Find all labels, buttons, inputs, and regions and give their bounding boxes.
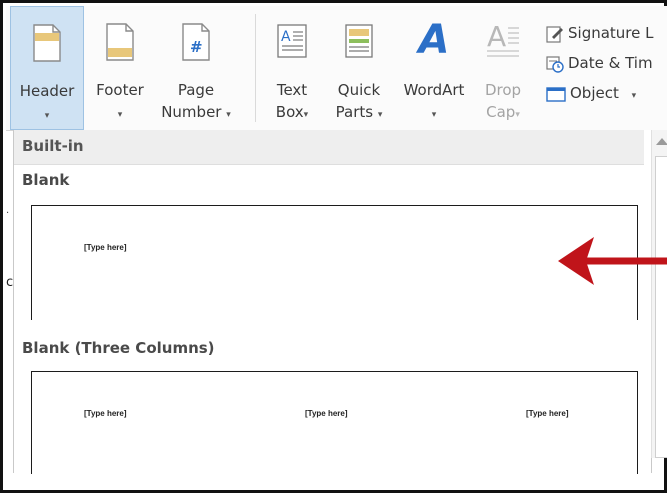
- window-frame: Header ▾ Footer ▾ # Page Number ▾ A Text…: [0, 0, 667, 493]
- ribbon-insert-tab: Header ▾ Footer ▾ # Page Number ▾ A Text…: [6, 6, 667, 131]
- quick-parts-dropdown-caret: ▾: [377, 110, 383, 120]
- scroll-up-icon[interactable]: [656, 138, 667, 145]
- gallery-item-title-blank: Blank: [22, 171, 70, 189]
- page-number-label-line2: Number: [161, 103, 222, 121]
- quick-parts-icon: [345, 24, 373, 58]
- gallery-item-blank[interactable]: [Type here]: [31, 205, 638, 320]
- header-gallery-dropdown: Built-in Blank [Type here] Blank (Three …: [13, 130, 667, 474]
- date-time-label: Date & Tim: [568, 54, 653, 72]
- quick-parts-button[interactable]: Quick Parts ▾: [328, 6, 390, 130]
- svg-text:A: A: [281, 29, 291, 45]
- placeholder-text-center: [Type here]: [305, 409, 348, 418]
- text-box-label-line1: Text: [276, 81, 308, 99]
- header-button[interactable]: Header ▾: [10, 6, 84, 130]
- object-label: Object: [570, 84, 619, 102]
- drop-cap-label-line2: Cap: [486, 103, 516, 121]
- drop-cap-label-line1: Drop: [484, 81, 522, 99]
- page-number-label-line1: Page: [177, 81, 215, 99]
- drop-cap-dropdown-caret: ▾: [515, 110, 520, 120]
- signature-line-label: Signature L: [568, 24, 654, 42]
- object-button[interactable]: Object ▾: [546, 80, 636, 106]
- text-box-label-line2: Box: [275, 103, 304, 121]
- quick-parts-label-line2: Parts: [335, 103, 374, 121]
- header-button-label: Header: [19, 82, 75, 100]
- text-box-dropdown-caret: ▾: [303, 110, 309, 120]
- footer-button-label: Footer: [96, 81, 144, 99]
- drop-cap-glyph: A: [487, 20, 506, 53]
- placeholder-text-right: [Type here]: [526, 409, 569, 418]
- scrollbar-thumb[interactable]: [655, 156, 667, 458]
- object-icon: [546, 86, 566, 102]
- text-box-icon: A: [277, 24, 307, 58]
- footer-button[interactable]: Footer ▾: [88, 6, 152, 130]
- page-number-button[interactable]: # Page Number ▾: [156, 6, 236, 130]
- wordart-button[interactable]: A WordArt ▾: [396, 6, 472, 130]
- signature-line-icon: [546, 25, 563, 43]
- page-edge-char: c: [6, 275, 14, 290]
- date-time-button[interactable]: Date & Tim: [546, 50, 653, 76]
- footer-dropdown-caret: ▾: [117, 110, 123, 120]
- gallery-scrollbar[interactable]: [651, 130, 667, 458]
- page-edge-mark: ·: [6, 208, 10, 219]
- placeholder-text-left: [Type here]: [84, 409, 127, 418]
- drop-cap-button[interactable]: A Drop Cap▾: [478, 6, 528, 130]
- wordart-label: WordArt: [403, 81, 465, 99]
- wordart-icon: A: [418, 17, 450, 63]
- drop-cap-icon: A: [487, 20, 519, 57]
- header-dropdown-caret: ▾: [44, 111, 50, 121]
- footer-icon: [106, 23, 134, 61]
- annotation-arrow-icon: [558, 237, 667, 285]
- placeholder-text: [Type here]: [84, 243, 127, 252]
- gallery-item-title-blank-three-columns: Blank (Three Columns): [22, 339, 215, 357]
- built-in-section-label: Built-in: [22, 137, 84, 155]
- gallery-item-blank-three-columns[interactable]: [Type here] [Type here] [Type here]: [31, 371, 638, 474]
- signature-line-button[interactable]: Signature L: [546, 20, 654, 46]
- ribbon-group-separator: [255, 14, 256, 122]
- date-time-icon: [546, 55, 564, 73]
- quick-parts-label-line1: Quick: [337, 81, 381, 99]
- object-dropdown-caret: ▾: [631, 91, 637, 101]
- wordart-dropdown-caret: ▾: [431, 110, 437, 120]
- page-number-icon: #: [182, 23, 210, 61]
- text-box-button[interactable]: A Text Box▾: [264, 6, 320, 130]
- page-number-glyph: #: [190, 38, 203, 56]
- built-in-section-header: Built-in: [14, 130, 644, 165]
- page-number-dropdown-caret: ▾: [226, 110, 231, 120]
- header-icon: [33, 24, 61, 62]
